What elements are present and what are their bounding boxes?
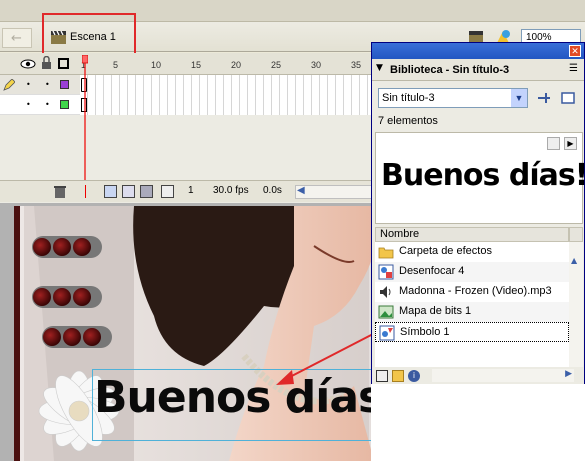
column-header-name[interactable]: Nombre: [375, 227, 569, 242]
collapse-arrow-icon[interactable]: ▼: [376, 63, 383, 73]
movieclip-icon: [378, 264, 394, 280]
frame-grid[interactable]: [80, 75, 372, 115]
library-hscrollbar[interactable]: ▶: [432, 369, 574, 382]
back-button[interactable]: ←: [2, 28, 32, 48]
library-titlebar[interactable]: ✕: [372, 43, 584, 59]
visibility-dot-icon[interactable]: •: [26, 100, 31, 109]
trash-icon[interactable]: [53, 184, 67, 199]
onion-skin-icon[interactable]: [104, 185, 117, 198]
preview-text: Buenos días!!!: [381, 158, 585, 193]
pin-library-icon[interactable]: [535, 89, 553, 107]
lock-dot-icon[interactable]: •: [45, 100, 50, 109]
library-panel: ✕ ▼ Biblioteca - Sin título-3 ☰ Sin títu…: [371, 42, 585, 385]
new-symbol-icon[interactable]: [376, 370, 388, 382]
pencil-icon: [3, 79, 15, 91]
list-item[interactable]: Madonna - Frozen (Video).mp3: [375, 282, 569, 302]
outline-icon[interactable]: [58, 58, 69, 69]
library-items-list: Carpeta de efectos Desenfocar 4 Madonna …: [375, 242, 569, 367]
library-title: Biblioteca - Sin título-3: [390, 64, 510, 76]
annotation-arrow: [276, 332, 376, 385]
folder-icon: [378, 247, 394, 259]
frame-rate: 30.0 fps: [213, 185, 249, 196]
lock-dot-icon[interactable]: •: [45, 80, 50, 89]
center-frame-icon[interactable]: [85, 185, 97, 198]
list-item[interactable]: Carpeta de efectos: [375, 242, 569, 262]
scroll-left-icon[interactable]: ◀: [297, 185, 305, 196]
new-folder-icon[interactable]: [392, 370, 404, 382]
library-header: ▼ Biblioteca - Sin título-3 ☰: [372, 59, 584, 81]
sound-icon: [380, 286, 391, 298]
new-library-panel-icon[interactable]: [559, 89, 577, 107]
onion-outline-icon[interactable]: [122, 185, 135, 198]
frame-number: 5: [113, 60, 119, 70]
library-vscrollbar[interactable]: ▲: [569, 242, 583, 367]
scroll-up-icon[interactable]: ▲: [571, 256, 577, 265]
right-empty-area: [371, 384, 585, 461]
frame-number: 15: [191, 60, 202, 70]
current-frame: 1: [188, 185, 194, 196]
bead-chain: [32, 236, 112, 348]
lock-icon[interactable]: [41, 56, 52, 70]
layer-color-swatch[interactable]: [60, 100, 69, 109]
timeline-footer: 1 30.0 fps 0.0s ◀: [0, 180, 372, 202]
list-item[interactable]: Mapa de bits 1: [375, 302, 569, 322]
scene-label[interactable]: Escena 1: [70, 31, 116, 43]
list-item-label: Desenfocar 4: [399, 265, 465, 277]
elapsed-time: 0.0s: [263, 185, 282, 196]
graphic-icon: [379, 325, 395, 341]
edit-multiple-frames-icon[interactable]: [140, 185, 153, 198]
timeline-panel: 1 5 10 15 20 25 30 35 • • • • 1 30.0 fps…: [0, 53, 372, 203]
frame-number: 10: [151, 60, 162, 70]
frame-number: 35: [351, 60, 362, 70]
play-icon[interactable]: ▶: [564, 137, 577, 150]
scroll-right-icon[interactable]: ▶: [565, 369, 572, 379]
back-arrow-icon: ←: [11, 31, 22, 46]
layer-row[interactable]: • •: [0, 75, 80, 95]
timeline-header: 1 5 10 15 20 25 30 35: [0, 53, 372, 75]
list-item-label: Madonna - Frozen (Video).mp3: [399, 285, 552, 297]
panel-options-icon[interactable]: ☰: [569, 63, 578, 74]
item-count: 7 elementos: [378, 115, 438, 127]
bitmap-icon: [378, 305, 394, 319]
frame-number: 30: [311, 60, 322, 70]
list-item-label: Mapa de bits 1: [399, 305, 472, 317]
layer-row[interactable]: • •: [0, 95, 80, 115]
stop-icon[interactable]: [547, 137, 560, 150]
playhead[interactable]: [82, 55, 88, 200]
frame-number: 20: [231, 60, 242, 70]
document-select-value: Sin título-3: [382, 92, 435, 104]
properties-icon[interactable]: i: [408, 370, 420, 382]
visibility-dot-icon[interactable]: •: [26, 80, 31, 89]
list-item-label: Carpeta de efectos: [399, 245, 492, 257]
close-icon[interactable]: ✕: [569, 45, 581, 57]
document-select[interactable]: Sin título-3 ▼: [378, 88, 528, 108]
modify-markers-icon[interactable]: [161, 185, 174, 198]
preview-pane: ▶ Buenos días!!!: [375, 132, 585, 224]
sort-toggle-icon[interactable]: [569, 227, 583, 242]
list-item[interactable]: Desenfocar 4: [375, 262, 569, 282]
eye-icon[interactable]: [20, 58, 36, 70]
list-item-label: Símbolo 1: [400, 326, 450, 338]
scene-icon: [51, 31, 66, 44]
layer-color-swatch[interactable]: [60, 80, 69, 89]
timeline-hscrollbar[interactable]: ◀: [295, 185, 372, 199]
chevron-down-icon[interactable]: ▼: [511, 89, 527, 107]
list-item[interactable]: Símbolo 1: [375, 322, 569, 342]
frame-number: 25: [271, 60, 282, 70]
